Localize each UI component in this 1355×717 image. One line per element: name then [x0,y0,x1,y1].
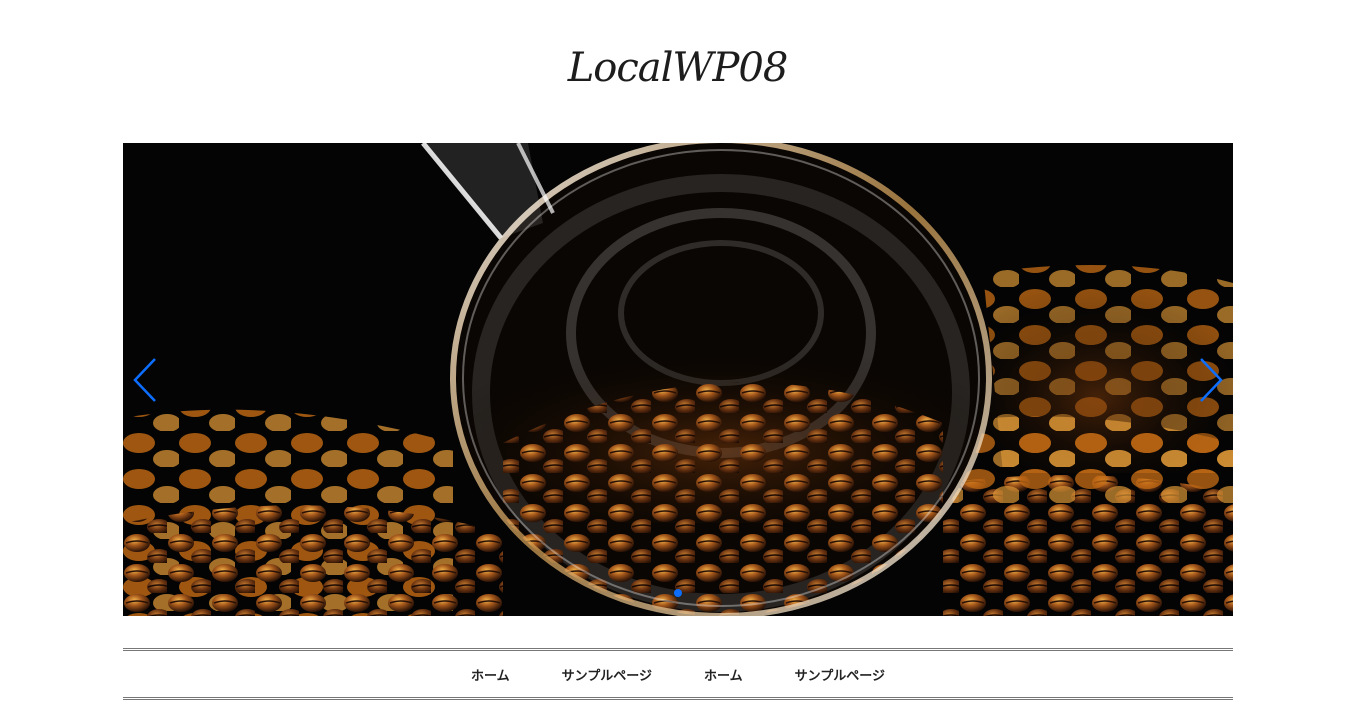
slider-prev-button[interactable] [131,357,161,403]
nav-item-sample-page-2[interactable]: サンプルページ [795,665,885,684]
chevron-right-icon [1200,358,1223,402]
main-navigation: ホーム サンプルページ ホーム サンプルページ [123,648,1233,700]
nav-item-home-2[interactable]: ホーム [704,665,743,684]
site-title[interactable]: LocalWP08 [0,38,1355,98]
nav-item-sample-page[interactable]: サンプルページ [562,665,652,684]
slider-dot-active[interactable] [674,589,682,597]
slider-pagination [123,584,1233,602]
coffee-cup-image [123,143,1233,616]
slider-next-button[interactable] [1195,357,1225,403]
nav-item-home[interactable]: ホーム [471,665,510,684]
chevron-left-icon [133,358,156,402]
hero-slider [123,143,1233,616]
